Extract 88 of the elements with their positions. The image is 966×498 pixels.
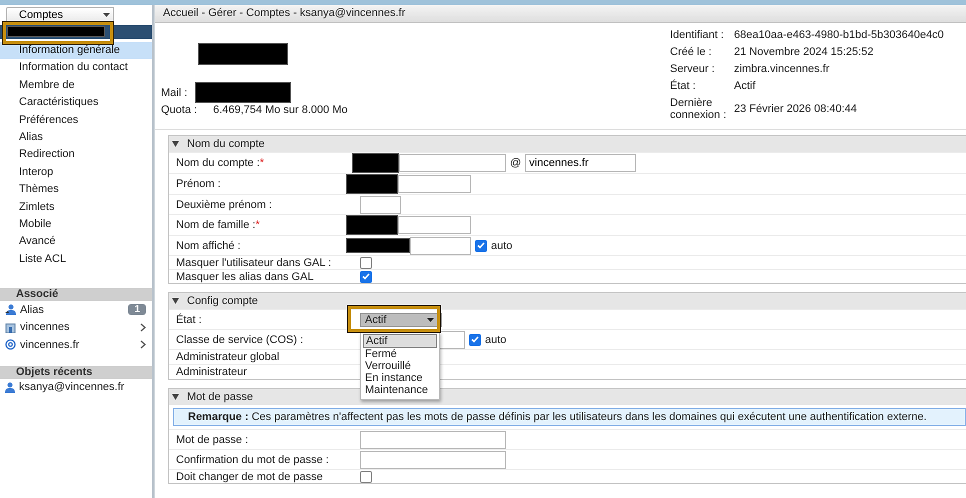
chevron-right-icon[interactable]: [140, 340, 146, 350]
field-label: Deuxième prénom :: [175, 198, 273, 210]
field-label: État :: [175, 314, 203, 326]
field-label: Classe de service (COS) :: [175, 334, 304, 346]
input-field[interactable]: [399, 154, 506, 172]
detail-label: Identifiant :: [670, 29, 725, 41]
related-item[interactable]: vincennes: [0, 318, 152, 336]
detail-value: 68ea10aa-e463-4980-b1bd-5b303640e4c0: [734, 29, 945, 41]
info-note: Remarque : Ces paramètres n'affectent pas les mots de passe définis par les utilisateurs dans les domaines qui exécutent une authentification externe.: [173, 408, 966, 426]
field-label: Nom de famille :*: [175, 219, 261, 231]
detail-value: Actif: [734, 80, 756, 92]
field-label: Doit changer de mot de passe: [175, 470, 324, 482]
status-dropdown[interactable]: Actif: [360, 312, 442, 326]
field-label: Administrateur: [175, 366, 248, 378]
auto-label: auto: [485, 334, 506, 346]
section-title: Config compte: [187, 295, 258, 307]
item-label: vincennes: [20, 321, 71, 334]
quota-label: Quota :: [161, 104, 198, 116]
field-label: Nom du compte :*: [175, 157, 266, 169]
nav-item[interactable]: Caractéristiques: [0, 94, 152, 112]
detail-label: Dernière connexion :: [670, 97, 728, 121]
input-field[interactable]: [410, 236, 471, 254]
mail-label: Mail :: [161, 86, 188, 98]
related-item[interactable]: vincennes.fr: [0, 336, 152, 354]
checkbox[interactable]: [360, 270, 372, 282]
user-icon: [5, 382, 15, 393]
detail-value: 23 Février 2026 08:40:44: [734, 103, 858, 115]
item-label: Alias: [20, 304, 45, 316]
section-header[interactable]: Nom du compte: [169, 136, 966, 152]
section-header[interactable]: Config compte: [169, 293, 966, 309]
domain-field[interactable]: vincennes.fr: [525, 154, 636, 172]
nav-item[interactable]: Alias: [0, 128, 152, 146]
building-icon: [5, 322, 16, 333]
breadcrumb-title: Accueil - Gérer - Comptes - ksanya@vincennes.fr: [155, 5, 966, 23]
auto-label: auto: [491, 240, 512, 252]
field-label: Mot de passe :: [175, 434, 250, 446]
detail-value: zimbra.vincennes.fr: [734, 63, 830, 75]
nav-item[interactable]: Liste ACL: [0, 250, 152, 268]
detail-label: Serveur :: [670, 63, 716, 75]
field-label: Prénom :: [175, 178, 222, 190]
at-sign: @: [510, 157, 522, 169]
nav-item[interactable]: Information du contact: [0, 59, 152, 77]
nav-item[interactable]: Membre de: [0, 76, 152, 94]
related-item[interactable]: ksanya@vincennes.fr: [0, 378, 152, 396]
user-icon: [5, 304, 16, 316]
count-badge: 1: [128, 304, 146, 316]
dropdown-option[interactable]: Fermé: [361, 348, 439, 360]
nav-item[interactable]: Thèmes: [0, 181, 152, 199]
detail-label: Créé le :: [670, 46, 713, 58]
checkbox[interactable]: [469, 334, 481, 346]
section-title: Nom du compte: [187, 138, 265, 150]
collapse-icon[interactable]: [172, 141, 179, 147]
field-label: Confirmation du mot de passe :: [175, 454, 330, 466]
caret-icon: [103, 13, 110, 17]
nav-item[interactable]: Redirection: [0, 146, 152, 164]
group-header: Associé: [0, 288, 152, 302]
detail-value: 21 Novembre 2024 15:25:52: [734, 46, 874, 58]
group-header: Objets récents: [0, 366, 152, 379]
chevron-right-icon[interactable]: [140, 322, 146, 332]
item-label: vincennes.fr: [20, 338, 80, 351]
section-title: Mot de passe: [187, 391, 254, 403]
field-label: Masquer les alias dans GAL: [175, 270, 315, 282]
checkbox[interactable]: [360, 256, 372, 268]
input-field[interactable]: [398, 216, 471, 234]
input-field[interactable]: [398, 175, 471, 193]
dropdown-option[interactable]: Actif: [363, 334, 437, 348]
nav-item[interactable]: Interop: [0, 164, 152, 182]
related-item[interactable]: Alias 1: [0, 301, 152, 319]
dropdown-option[interactable]: Verrouillé: [361, 360, 439, 372]
collapse-icon[interactable]: [172, 298, 179, 304]
field-label: Nom affiché :: [175, 240, 242, 252]
field-label: Masquer l'utilisateur dans GAL :: [175, 256, 332, 268]
field-label: Administrateur global: [175, 351, 280, 363]
caret-icon: [427, 318, 434, 322]
password-field[interactable]: [360, 430, 506, 448]
input-field[interactable]: [360, 196, 401, 214]
collapse-icon[interactable]: [172, 394, 179, 400]
item-label: ksanya@vincennes.fr: [19, 381, 126, 394]
detail-label: État :: [670, 80, 697, 92]
nav-item[interactable]: Zimlets: [0, 198, 152, 216]
nav-item[interactable]: Avancé: [0, 233, 152, 251]
dropdown-option[interactable]: En instance: [361, 372, 439, 384]
checkbox[interactable]: [475, 240, 487, 252]
nav-item[interactable]: Mobile: [0, 216, 152, 234]
checkbox[interactable]: [360, 470, 372, 482]
quota-value: 6.469,754 Mo sur 8.000 Mo: [213, 104, 348, 116]
password-field[interactable]: [360, 450, 506, 468]
nav-item[interactable]: Préférences: [0, 112, 152, 129]
